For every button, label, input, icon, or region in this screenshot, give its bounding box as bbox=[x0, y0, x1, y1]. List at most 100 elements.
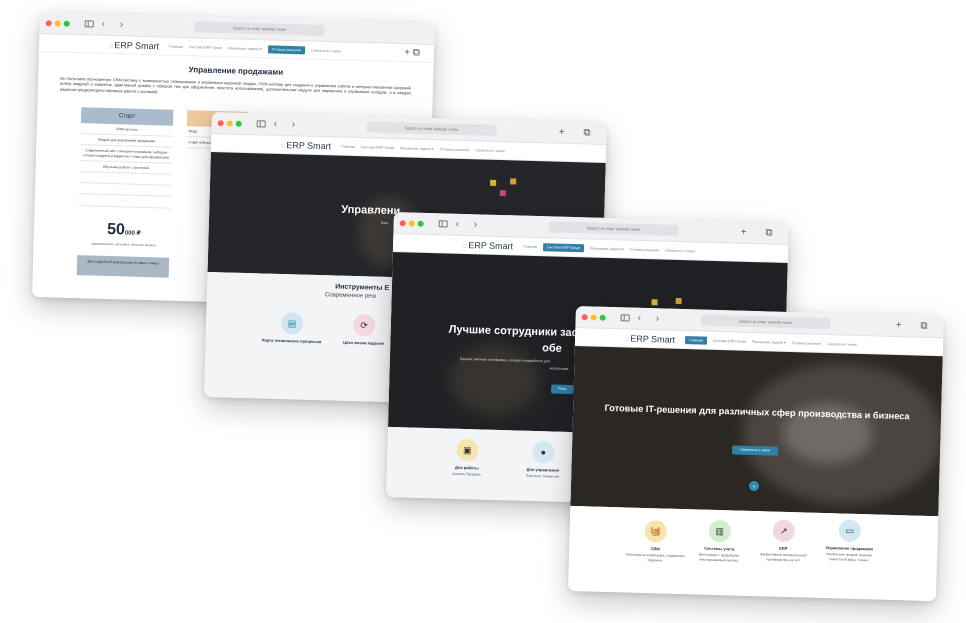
pricing-section: Управление продажами Вы получаете полноц… bbox=[38, 52, 434, 108]
plan-feature: - bbox=[78, 194, 171, 209]
site-logo[interactable]: ERP Smart bbox=[281, 139, 331, 151]
back-forward-icon[interactable]: ‹ › bbox=[102, 19, 130, 31]
feature-description: Эффективная автоматизация производства, … bbox=[759, 552, 807, 563]
nav-solutions[interactable]: Готовые решения bbox=[267, 44, 306, 54]
nav-tasks[interactable]: Решаемые задачи ▾ bbox=[228, 46, 262, 51]
hero-banner: Готовые IT-решения для различных сфер пр… bbox=[570, 345, 943, 517]
sticky-note bbox=[499, 190, 506, 197]
feature-erp[interactable]: ↗ ERP Эффективная автоматизация производ… bbox=[753, 519, 814, 564]
new-tab-icon[interactable]: + ⧉ bbox=[741, 227, 781, 239]
plan-card-start: Старт CRM система Модуль для управления … bbox=[76, 107, 174, 278]
solutions-section: 🧺 CRM Электронная коммерция, управление … bbox=[568, 505, 939, 602]
feature-description: Закупки, Продажи, bbox=[451, 471, 482, 477]
try-button[interactable]: Попр bbox=[550, 384, 574, 395]
back-forward-icon[interactable]: ‹ › bbox=[456, 219, 484, 231]
site-logo[interactable]: ERP Smart bbox=[463, 239, 513, 251]
feature-title: Системы учета bbox=[704, 545, 735, 552]
chart-icon: ▥ bbox=[708, 519, 732, 543]
user-icon: ● bbox=[532, 440, 555, 464]
feature-title: ERP bbox=[779, 545, 788, 551]
nav-tasks[interactable]: Решаемые задачи ▾ bbox=[752, 339, 786, 344]
nav-system[interactable]: Система ERP Smart bbox=[189, 45, 222, 50]
maximize-window-button[interactable] bbox=[63, 20, 70, 27]
plan-price: 50000 ₽ bbox=[106, 220, 141, 239]
new-tab-icon[interactable]: + ⧉ bbox=[404, 47, 420, 58]
scroll-down-button[interactable]: ⌄ bbox=[748, 480, 760, 492]
plan-note: единовременно, настройка, обучение проек… bbox=[91, 241, 156, 247]
feature-description: Интеграция с продажами, многоуровневый а… bbox=[698, 552, 740, 563]
feature-lifecycle[interactable]: ⟳ Цикл жизни изделия bbox=[334, 313, 395, 348]
nav-contact[interactable]: Связаться с нами bbox=[475, 148, 505, 153]
close-window-button[interactable] bbox=[581, 313, 588, 320]
feature-description: Персонал, Маркетинг bbox=[525, 473, 560, 479]
nav-solutions[interactable]: Готовые решения bbox=[440, 147, 470, 152]
back-forward-icon[interactable]: ‹ › bbox=[638, 313, 666, 325]
maximize-window-button[interactable] bbox=[417, 220, 424, 227]
feature-description: Электронная коммерция, управление лидами… bbox=[625, 552, 685, 563]
feature-for-work[interactable]: ▣ Для работы Закупки, Продажи, bbox=[437, 438, 498, 478]
process-map-icon: ▤ bbox=[280, 312, 304, 335]
contact-us-button[interactable]: Связаться с нами bbox=[731, 445, 779, 456]
hero-photo bbox=[448, 343, 541, 417]
close-window-button[interactable] bbox=[399, 219, 406, 226]
feature-title: CRM bbox=[650, 546, 660, 552]
back-forward-icon[interactable]: ‹ › bbox=[274, 119, 302, 131]
plan-request-button[interactable]: Для подробной информации оставьте заявку bbox=[76, 254, 170, 278]
briefcase-icon: ▣ bbox=[456, 438, 479, 462]
nav-contact[interactable]: Связаться с нами bbox=[827, 342, 857, 347]
address-bar[interactable]: Search or enter website name bbox=[366, 121, 497, 136]
intro-text: Вы получаете полноценную CRM-систему с в… bbox=[59, 75, 412, 96]
nav-tasks[interactable]: Решаемые задачи ▾ bbox=[590, 246, 624, 251]
minimize-window-button[interactable] bbox=[408, 219, 415, 227]
feature-title: Карта технических процессов bbox=[261, 337, 322, 345]
feature-accounting[interactable]: ▥ Системы учета Интеграция с продажами, … bbox=[689, 519, 750, 564]
nav-tasks[interactable]: Решаемые задачи ▾ bbox=[400, 146, 434, 151]
address-bar[interactable]: Search or enter website name bbox=[194, 21, 325, 36]
sidebar-toggle-icon[interactable] bbox=[84, 20, 94, 28]
feature-for-management[interactable]: ● Для управления Персонал, Маркетинг bbox=[513, 440, 574, 480]
collage-stage: ‹ › Search or enter website name ERP Sma… bbox=[0, 0, 966, 623]
nav-home[interactable]: Главная bbox=[341, 144, 355, 148]
maximize-window-button[interactable] bbox=[599, 314, 606, 321]
nav-home[interactable]: Главная bbox=[169, 44, 183, 48]
close-window-button[interactable] bbox=[217, 119, 224, 126]
nav-solutions[interactable]: Готовые решения bbox=[630, 247, 660, 252]
feature-title: Цикл жизни изделия bbox=[343, 339, 385, 346]
nav-home[interactable]: Главная bbox=[523, 244, 537, 248]
close-window-button[interactable] bbox=[45, 19, 52, 26]
nav-system[interactable]: Система ERP Smart bbox=[713, 338, 746, 343]
address-bar[interactable]: Search or enter website name bbox=[548, 221, 679, 236]
nav-system[interactable]: Система ERP Smart bbox=[361, 145, 394, 150]
sidebar-toggle-icon[interactable] bbox=[620, 314, 630, 322]
sidebar-toggle-icon[interactable] bbox=[438, 220, 448, 228]
feature-title: Для управления bbox=[526, 466, 560, 473]
nav-solutions[interactable]: Готовые решения bbox=[792, 341, 822, 346]
basket-icon: 🧺 bbox=[644, 520, 668, 543]
minimize-window-button[interactable] bbox=[226, 119, 233, 127]
site-logo[interactable]: ERP Smart bbox=[109, 39, 159, 51]
feature-description: Увеличение продаж, ведение клиентской ба… bbox=[825, 552, 873, 563]
feature-sales[interactable]: ▭ Управление продажами Увеличение продаж… bbox=[819, 519, 880, 564]
site-logo[interactable]: ERP Smart bbox=[625, 333, 675, 344]
feature-crm[interactable]: 🧺 CRM Электронная коммерция, управление … bbox=[625, 519, 686, 564]
minimize-window-button[interactable] bbox=[54, 19, 61, 27]
sticky-note bbox=[651, 299, 658, 306]
trend-icon: ↗ bbox=[772, 519, 796, 543]
sticky-note bbox=[675, 297, 682, 305]
feature-title: Для работы bbox=[454, 464, 479, 471]
nav-contact[interactable]: Связаться с нами bbox=[311, 48, 341, 53]
nav-home[interactable]: Главная bbox=[685, 335, 707, 345]
new-tab-icon[interactable]: + ⧉ bbox=[559, 127, 599, 139]
sticky-note bbox=[490, 179, 497, 186]
maximize-window-button[interactable] bbox=[235, 120, 242, 127]
feature-title: Управление продажами bbox=[825, 545, 874, 552]
nav-system[interactable]: Система ERP Smart bbox=[542, 242, 585, 252]
sticky-note bbox=[510, 178, 517, 185]
feature-process-map[interactable]: ▤ Карта технических процессов bbox=[262, 311, 323, 346]
sidebar-toggle-icon[interactable] bbox=[256, 120, 266, 128]
browser-window-solutions: ‹ › Search or enter website name + ⧉ ERP… bbox=[568, 306, 944, 602]
nav-contact[interactable]: Связаться с нами bbox=[665, 248, 695, 253]
address-bar[interactable]: Search or enter website name bbox=[700, 314, 831, 330]
minimize-window-button[interactable] bbox=[590, 313, 597, 321]
new-tab-icon[interactable]: + ⧉ bbox=[896, 320, 936, 332]
